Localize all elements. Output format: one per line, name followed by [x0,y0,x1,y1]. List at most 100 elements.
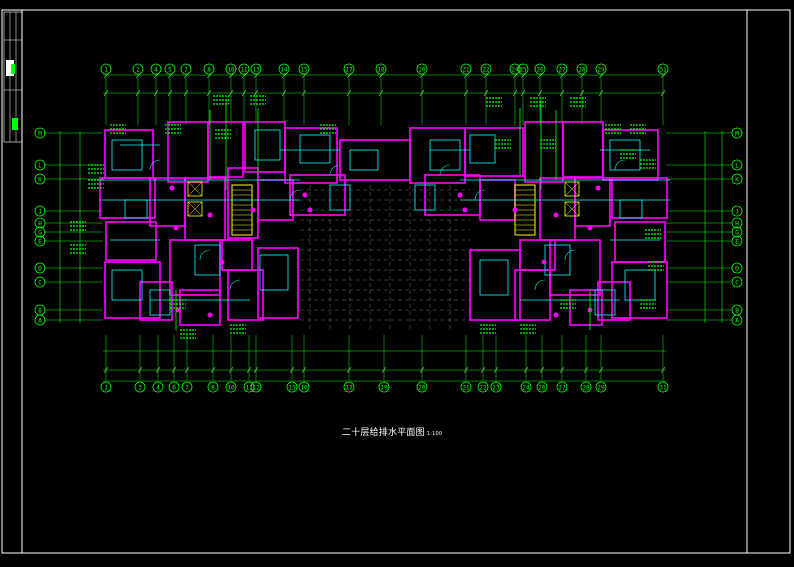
bottom-axis-bubble-label: 10 [227,385,235,392]
top-axis-bubble-label: 20 [418,67,426,74]
fixture-outline [299,134,331,164]
wall-outline [562,121,604,178]
right-axis-bubble-label: A [735,318,739,325]
bottom-axis-bubble-label: 1 [104,385,108,392]
top-axis-bubble-label: 14 [280,67,288,74]
sheet-border [1,9,791,554]
top-axis-bubble-label: 18 [377,67,385,74]
fixture-outline [111,139,143,171]
left-axis-bubble-label: B [38,308,42,315]
top-axis-bubble-label: 15 [300,67,308,74]
top-axis-bubble-label: 10 [227,67,235,74]
top-axis-bubble-label: 29 [597,67,605,74]
left-axis-bubble-label: L [38,163,42,170]
wall-outline [524,121,564,183]
left-axis-bubble-label: K [38,177,42,184]
right-axis-bubble-label: M [735,131,739,138]
pipe-riser [512,207,518,213]
left-axis-bubble-label: H [38,221,42,228]
bottom-axis-bubble-label: 8 [211,385,215,392]
pipe-riser [541,259,547,265]
top-axis-bubble-label: 17 [345,67,353,74]
wall-outline [539,177,576,241]
drawing-title-text: 二十层给排水平面图 [342,428,425,438]
fixture-outline [349,149,379,171]
wall-outline [184,177,226,241]
left-axis-bubble-label: A [38,318,42,325]
pipe-riser [553,212,559,218]
fixture-outline [259,254,289,291]
door-swing [149,159,161,171]
pipe-riser [207,312,213,318]
right-axis-bubble-label: H [735,221,739,228]
top-axis-bubble-label: 1 [104,67,108,74]
wall-outline [339,139,411,181]
wall-outline [424,174,481,216]
pipe-riser [219,259,225,265]
right-axis-bubble-label: C [735,280,739,287]
right-axis-bubble-label: L [735,163,739,170]
fixture-outline [619,199,643,219]
pipe-riser [462,207,468,213]
wall-outline [614,221,666,263]
bottom-axis-bubble-label: 26 [538,385,546,392]
fixture-outline [479,259,509,296]
door-swing [229,279,241,291]
fixture-outline [469,134,496,164]
drawing-title: 二十层给排水平面图 1:100 [342,425,442,438]
top-axis-bubble-label: 31 [659,67,667,74]
bottom-axis-bubble-label: 4 [156,385,160,392]
drawing-frame [21,9,748,554]
right-axis-bubble-label: E [735,239,739,246]
door-swing [329,164,341,176]
cad-drawing-canvas: 1 2 4 5 7 8 10 11 13 14 15 17 18 20 21 22 24 25 26 27 28 29 31… [0,0,794,563]
door-swing [534,279,546,291]
right-axis-bubble-label: G [735,230,739,237]
top-axis-bubble-label: 11 [240,67,248,74]
left-axis-bubble-label: D [38,266,42,273]
right-axis-bubble-label: K [735,177,739,184]
wall-outline [221,239,253,271]
pipe-riser [169,185,175,191]
top-axis-bubble-label: 28 [578,67,586,74]
bottom-axis-bubble-label: 6 [172,385,176,392]
wall-outline [244,121,286,173]
top-axis-bubble-label: 4 [154,67,158,74]
bottom-axis-bubble-label: 29 [597,385,605,392]
left-axis-bubble-label: M [38,131,42,138]
pipe-riser [553,312,559,318]
bottom-axis-bubble-label: 12 [252,385,260,392]
pipe-riser [587,225,593,231]
right-axis-bubble-label: D [735,266,739,273]
wall-outline [602,129,659,181]
fixture-outline [254,129,281,161]
bottom-axis-bubble-label: 31 [659,385,667,392]
bottom-axis-bubble-label: 22 [479,385,487,392]
top-axis-bubble-label: 21 [462,67,470,74]
wall-outline [549,239,601,296]
right-axis-bubble-label: B [735,308,739,315]
door-swing [614,159,626,171]
title-block-strip [3,11,23,143]
door-swing [199,249,211,261]
pipe-riser [250,207,256,213]
pipe-riser [173,225,179,231]
wall-outline [167,121,209,183]
left-axis-bubble-label: J [38,209,42,216]
left-axis-bubble-label: C [38,280,42,287]
fixture-outline [429,139,461,171]
top-axis-bubble-label: 22 [482,67,490,74]
bottom-axis-bubble-label: 15 [288,385,296,392]
wall-outline [574,177,611,227]
pipe-riser [302,192,308,198]
top-axis-bubble-label: 25 [519,67,527,74]
wall-outline [139,281,173,321]
bottom-axis-bubble-label: 19 [380,385,388,392]
top-axis-bubble-label: 27 [558,67,566,74]
pipe-riser [307,207,313,213]
bottom-axis-bubble-label: 7 [185,385,189,392]
wall-outline [469,249,521,321]
fixture-outline [609,139,641,171]
pipe-riser [595,185,601,191]
top-axis-bubble-label: 26 [536,67,544,74]
